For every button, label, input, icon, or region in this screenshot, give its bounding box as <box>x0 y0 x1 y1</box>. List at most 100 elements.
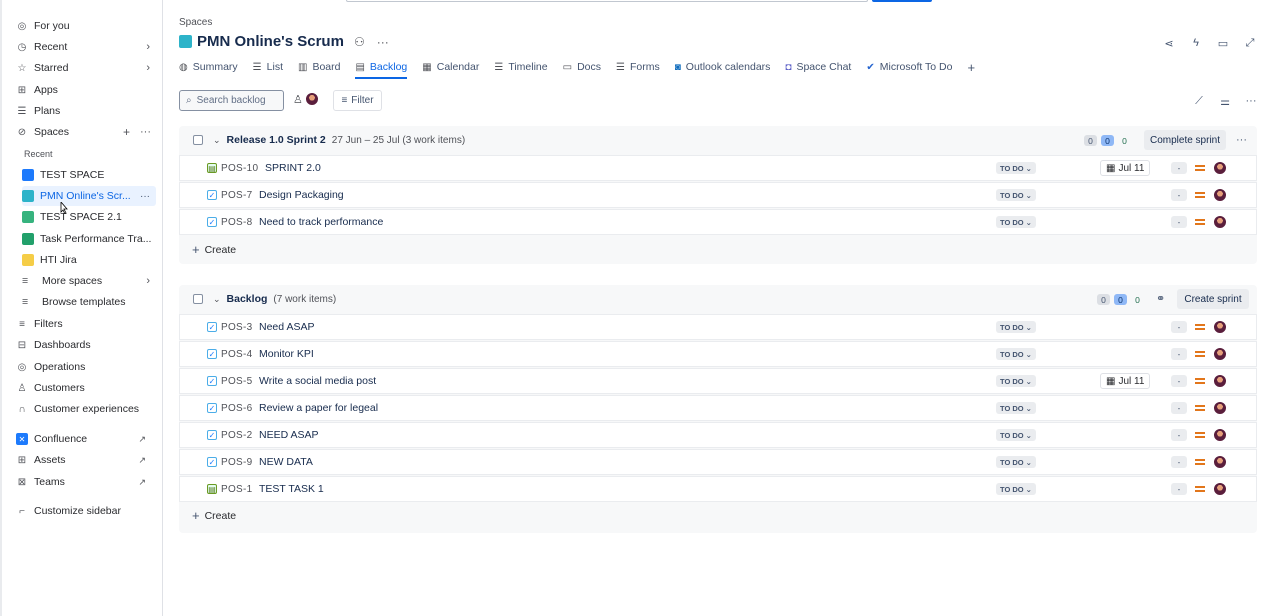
issue-summary[interactable]: NEW DATA <box>259 456 313 468</box>
avatar[interactable] <box>1213 482 1227 496</box>
avatar[interactable] <box>1213 161 1227 175</box>
issue-summary[interactable]: Write a social media post <box>259 375 376 387</box>
status-dropdown[interactable]: TO DO ⌄ <box>996 189 1036 201</box>
chevron-down-icon[interactable]: ⌄ <box>213 135 221 146</box>
issue-key[interactable]: POS-4 <box>221 349 253 360</box>
link-icon[interactable]: ⚭ <box>1156 292 1165 305</box>
more-icon[interactable]: ··· <box>1236 134 1247 146</box>
backlog-checkbox[interactable] <box>193 294 203 304</box>
sidebar-app-assets[interactable]: ⊞ Assets ↗ <box>16 450 156 470</box>
tab-summary[interactable]: ◍ Summary <box>179 58 238 76</box>
sidebar-space-hti-jira[interactable]: HTI Jira <box>22 250 156 270</box>
create-issue-button[interactable]: + Create <box>192 242 236 257</box>
filter-button[interactable]: ≡ Filter <box>333 90 382 111</box>
table-row[interactable]: ✓ POS-3 Need ASAP TO DO ⌄ - <box>179 314 1257 340</box>
sidebar-item-filters[interactable]: ≡ Filters <box>16 314 156 334</box>
due-date[interactable]: ▦ Jul 11 <box>1100 160 1151 176</box>
status-dropdown[interactable]: TO DO ⌄ <box>996 483 1036 495</box>
estimate-badge[interactable]: - <box>1171 348 1187 360</box>
sidebar-more-spaces[interactable]: ≡ More spaces › <box>22 271 156 291</box>
status-dropdown[interactable]: TO DO ⌄ <box>996 348 1036 360</box>
priority-medium-icon[interactable] <box>1195 323 1205 331</box>
issue-summary[interactable]: Need to track performance <box>259 216 383 228</box>
more-icon[interactable]: ··· <box>1242 92 1260 110</box>
sidebar-item-for-you[interactable]: ◎ For you <box>16 16 156 36</box>
issue-key[interactable]: POS-8 <box>221 217 253 228</box>
more-icon[interactable]: ··· <box>140 126 151 138</box>
automation-icon[interactable]: ϟ <box>1186 33 1206 53</box>
avatar[interactable] <box>1213 320 1227 334</box>
estimate-badge[interactable]: - <box>1171 216 1187 228</box>
create-issue-button[interactable]: + Create <box>192 508 236 523</box>
tab-timeline[interactable]: ☰ Timeline <box>494 58 547 76</box>
issue-summary[interactable]: Design Packaging <box>259 189 344 201</box>
avatar[interactable] <box>1213 455 1227 469</box>
table-row[interactable]: ✓ POS-8 Need to track performance TO DO ⌄… <box>179 209 1257 235</box>
issue-summary[interactable]: TEST TASK 1 <box>259 483 324 495</box>
table-row[interactable]: ✓ POS-7 Design Packaging TO DO ⌄ - <box>179 182 1257 208</box>
status-dropdown[interactable]: TO DO ⌄ <box>996 402 1036 414</box>
issue-key[interactable]: POS-7 <box>221 190 253 201</box>
more-icon[interactable]: ··· <box>140 191 150 202</box>
insights-icon[interactable]: ⟋ <box>1190 92 1208 110</box>
add-tab-button[interactable]: + <box>967 58 975 76</box>
sidebar-space-pmn-online-scrum[interactable]: PMN Online's Scr... ··· <box>22 186 156 206</box>
estimate-badge[interactable]: - <box>1171 162 1187 174</box>
more-icon[interactable]: ··· <box>377 35 389 49</box>
priority-medium-icon[interactable] <box>1195 431 1205 439</box>
status-dropdown[interactable]: TO DO ⌄ <box>996 162 1036 174</box>
table-row[interactable]: ✓ POS-6 Review a paper for legeal TO DO ⌄… <box>179 395 1257 421</box>
sidebar-item-customers[interactable]: ♙ Customers <box>16 378 156 398</box>
complete-sprint-button[interactable]: Complete sprint <box>1144 130 1226 150</box>
sidebar-item-starred[interactable]: ☆ Starred › <box>16 58 156 78</box>
priority-medium-icon[interactable] <box>1195 377 1205 385</box>
create-sprint-button[interactable]: Create sprint <box>1177 289 1249 309</box>
issue-key[interactable]: POS-9 <box>221 457 253 468</box>
status-dropdown[interactable]: TO DO ⌄ <box>996 429 1036 441</box>
sidebar-item-spaces[interactable]: ⊘ Spaces + ··· <box>16 122 156 142</box>
status-dropdown[interactable]: TO DO ⌄ <box>996 321 1036 333</box>
priority-medium-icon[interactable] <box>1195 404 1205 412</box>
sidebar-item-plans[interactable]: ☰ Plans <box>16 101 156 121</box>
avatar[interactable] <box>1213 401 1227 415</box>
sidebar-item-operations[interactable]: ◎ Operations <box>16 357 156 377</box>
avatar[interactable] <box>1213 215 1227 229</box>
issue-key[interactable]: POS-3 <box>221 322 253 333</box>
sidebar-space-test-space[interactable]: TEST SPACE <box>22 165 156 185</box>
sidebar-space-task-performance[interactable]: Task Performance Tra... <box>22 229 156 249</box>
priority-medium-icon[interactable] <box>1195 164 1205 172</box>
avatar[interactable] <box>1213 428 1227 442</box>
priority-medium-icon[interactable] <box>1195 350 1205 358</box>
priority-medium-icon[interactable] <box>1195 218 1205 226</box>
avatar[interactable] <box>304 92 319 106</box>
issue-key[interactable]: POS-5 <box>221 376 253 387</box>
sidebar-browse-templates[interactable]: ≡ Browse templates <box>22 292 156 312</box>
status-dropdown[interactable]: TO DO ⌄ <box>996 375 1036 387</box>
tab-space-chat[interactable]: ◘ Space Chat <box>785 58 851 76</box>
estimate-badge[interactable]: - <box>1171 189 1187 201</box>
sidebar-item-customer-experiences[interactable]: ∩ Customer experiences <box>16 399 156 419</box>
add-space-icon[interactable]: + <box>123 125 130 139</box>
priority-medium-icon[interactable] <box>1195 485 1205 493</box>
assignee-filter[interactable]: ♙ <box>293 92 319 106</box>
avatar[interactable] <box>1213 374 1227 388</box>
issue-key[interactable]: POS-2 <box>221 430 253 441</box>
tab-forms[interactable]: ☰ Forms <box>616 58 660 76</box>
sidebar-item-apps[interactable]: ⊞ Apps <box>16 80 156 100</box>
due-date[interactable]: ▦ Jul 11 <box>1100 373 1151 389</box>
issue-key[interactable]: POS-6 <box>221 403 253 414</box>
fullscreen-icon[interactable]: ⤢ <box>1240 33 1260 53</box>
view-settings-icon[interactable]: ⚌ <box>1216 92 1234 110</box>
estimate-badge[interactable]: - <box>1171 483 1187 495</box>
estimate-badge[interactable]: - <box>1171 375 1187 387</box>
issue-key[interactable]: POS-10 <box>221 163 258 174</box>
share-icon[interactable]: ⋖ <box>1159 33 1179 53</box>
estimate-badge[interactable]: - <box>1171 402 1187 414</box>
issue-summary[interactable]: NEED ASAP <box>259 429 319 441</box>
priority-medium-icon[interactable] <box>1195 191 1205 199</box>
sidebar-app-confluence[interactable]: ✕ Confluence ↗ <box>16 429 156 449</box>
sidebar-app-teams[interactable]: ⊠ Teams ↗ <box>16 472 156 492</box>
issue-key[interactable]: POS-1 <box>221 484 253 495</box>
tab-board[interactable]: ▥ Board <box>298 58 340 76</box>
issue-summary[interactable]: Need ASAP <box>259 321 314 333</box>
